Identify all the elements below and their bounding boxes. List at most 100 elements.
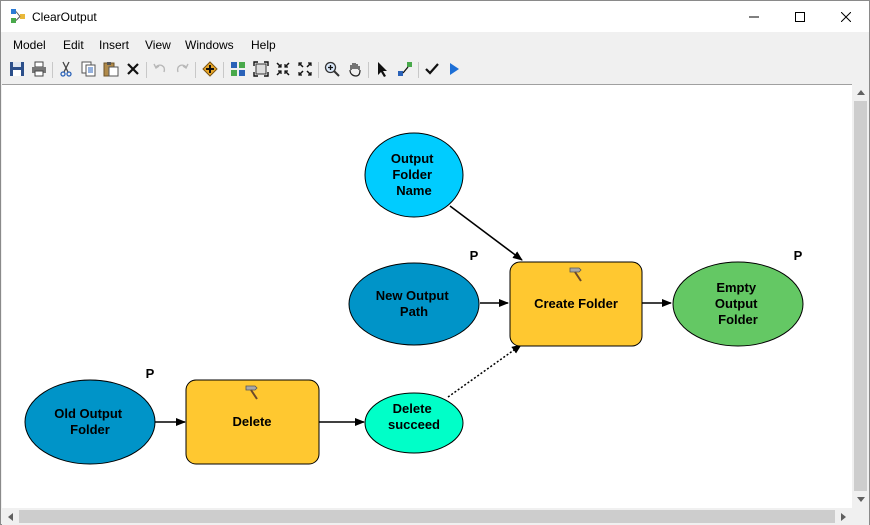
redo-icon <box>176 63 189 73</box>
zoom-out-fixed-icon <box>298 62 312 76</box>
run-button[interactable] <box>445 60 463 78</box>
undo-icon <box>153 63 166 73</box>
validate-icon <box>425 63 439 75</box>
copy-icon <box>81 61 96 77</box>
menu-view[interactable]: View <box>145 38 171 52</box>
toolbar-separator <box>195 62 196 78</box>
delete-icon <box>127 63 139 75</box>
node-label-line: Name <box>396 183 431 198</box>
redo-button[interactable] <box>173 60 191 78</box>
zoom-button[interactable] <box>323 60 341 78</box>
scrollbar-corner <box>852 508 869 525</box>
vertical-scroll-thumb[interactable] <box>854 101 867 491</box>
svg-text:Output Folder: Output Folder Name <box>391 151 437 198</box>
parameter-marker: P <box>470 248 479 263</box>
model-builder-app-icon <box>11 9 25 23</box>
node-label-line: Delete <box>232 414 271 429</box>
node-output-folder-name[interactable]: Output Folder Name <box>364 132 464 218</box>
save-button[interactable] <box>8 60 26 78</box>
node-label-line: Delete <box>393 401 432 416</box>
menu-insert[interactable]: Insert <box>99 38 129 52</box>
model-builder-window: ClearOutput Model Edit Insert View Windo… <box>0 0 870 525</box>
node-label-line: Folder <box>718 312 758 327</box>
chevron-down-icon <box>856 497 865 502</box>
menu-bar: Model Edit Insert View Windows Help <box>1 34 869 56</box>
scroll-right-button[interactable] <box>835 508 852 525</box>
toolbar-separator <box>368 62 369 78</box>
cut-button[interactable] <box>57 60 75 78</box>
node-label-line: Old Output <box>54 406 123 421</box>
node-delete-succeed[interactable]: Delete succeed <box>364 392 464 454</box>
scroll-up-button[interactable] <box>852 84 869 101</box>
full-extent-button[interactable] <box>252 60 270 78</box>
precondition-delete-succeed-to-create-folder[interactable] <box>447 344 522 398</box>
zoom-icon <box>324 61 340 77</box>
node-label-line: succeed <box>388 417 440 432</box>
add-data-button[interactable] <box>201 60 219 78</box>
node-label-line: Path <box>400 304 428 319</box>
pan-icon <box>349 63 361 77</box>
paste-icon <box>103 62 119 77</box>
zoom-out-fixed-button[interactable] <box>296 60 314 78</box>
node-old-output-folder[interactable]: Old Output Folder P <box>24 366 156 465</box>
undo-button[interactable] <box>151 60 169 78</box>
node-label-line: New Output <box>376 288 450 303</box>
toolbar-separator <box>52 62 53 78</box>
svg-text:Delete succeed: Delete succeed <box>388 401 440 432</box>
chevron-up-icon <box>856 90 865 95</box>
node-label-line: Folder <box>392 167 432 182</box>
cut-icon <box>60 61 72 77</box>
maximize-button[interactable] <box>777 1 823 32</box>
toolbar-separator <box>418 62 419 78</box>
copy-button[interactable] <box>80 60 98 78</box>
connector-output-folder-name-to-create-folder[interactable] <box>449 205 523 261</box>
close-button[interactable] <box>823 1 869 32</box>
zoom-in-fixed-icon <box>276 62 290 76</box>
minimize-icon <box>749 16 759 17</box>
toolbar-separator <box>146 62 147 78</box>
node-empty-output-folder[interactable]: Empty Output Folder P <box>672 248 804 347</box>
vertical-scrollbar[interactable] <box>852 84 869 508</box>
horizontal-scroll-thumb[interactable] <box>19 510 835 523</box>
paste-button[interactable] <box>102 60 120 78</box>
add-data-icon <box>202 61 218 77</box>
menu-model[interactable]: Model <box>13 38 46 52</box>
menu-help[interactable]: Help <box>251 38 276 52</box>
node-label-line: Output <box>715 296 758 311</box>
parameter-marker: P <box>794 248 803 263</box>
node-new-output-path[interactable]: New Output Path P <box>348 248 480 346</box>
chevron-left-icon <box>8 512 13 521</box>
auto-layout-icon <box>231 62 245 76</box>
menu-edit[interactable]: Edit <box>63 38 84 52</box>
horizontal-scrollbar[interactable] <box>2 508 852 525</box>
connect-icon <box>398 62 412 76</box>
toolbar-separator <box>223 62 224 78</box>
node-delete[interactable]: Delete <box>185 379 320 465</box>
zoom-in-fixed-button[interactable] <box>274 60 292 78</box>
delete-button[interactable] <box>124 60 142 78</box>
select-button[interactable] <box>374 60 392 78</box>
auto-layout-button[interactable] <box>229 60 247 78</box>
parameter-marker: P <box>146 366 155 381</box>
maximize-icon <box>795 11 805 22</box>
toolbar-separator <box>318 62 319 78</box>
print-button[interactable] <box>30 60 48 78</box>
minimize-button[interactable] <box>731 1 777 32</box>
run-icon <box>450 63 459 75</box>
connect-button[interactable] <box>396 60 414 78</box>
scroll-down-button[interactable] <box>852 491 869 508</box>
scroll-left-button[interactable] <box>2 508 19 525</box>
toolbar <box>1 57 869 83</box>
validate-button[interactable] <box>423 60 441 78</box>
node-create-folder[interactable]: Create Folder <box>509 261 643 347</box>
svg-text:Empty Output: Empty Output Folder <box>715 280 761 327</box>
pan-button[interactable] <box>346 60 364 78</box>
node-label-line: Output <box>391 151 434 166</box>
window-title: ClearOutput <box>32 10 97 24</box>
node-label-line: Empty <box>716 280 757 295</box>
menu-windows[interactable]: Windows <box>185 38 234 52</box>
select-icon <box>378 62 387 77</box>
node-label-line: Folder <box>70 422 110 437</box>
model-canvas[interactable]: Output Folder Name New Output Path P Cre… <box>2 84 852 508</box>
node-label-line: Create Folder <box>534 296 618 311</box>
